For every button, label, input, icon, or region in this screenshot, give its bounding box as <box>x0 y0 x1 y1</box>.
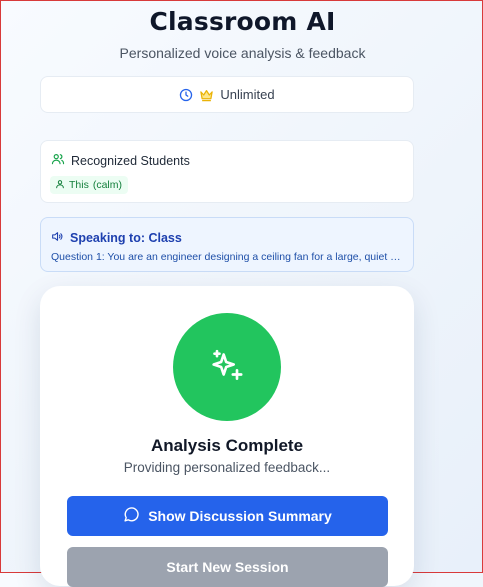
speaker-icon <box>50 230 64 246</box>
current-question-text: Question 1: You are an engineer designin… <box>51 251 401 263</box>
analysis-status-subtitle: Providing personalized feedback... <box>123 460 331 475</box>
usage-card: Unlimited <box>40 76 414 113</box>
usage-label: Unlimited <box>220 87 275 102</box>
user-icon <box>55 179 65 192</box>
speaking-to-card: Speaking to: Class Question 1: You are a… <box>40 217 414 272</box>
speaking-heading-label: Speaking to: Class <box>70 231 182 245</box>
message-circle-icon <box>123 506 140 526</box>
student-name: This <box>69 179 89 191</box>
show-discussion-summary-button[interactable]: Show Discussion Summary <box>67 496 388 536</box>
show-discussion-summary-label: Show Discussion Summary <box>148 508 332 524</box>
users-icon <box>51 152 65 169</box>
students-heading-label: Recognized Students <box>71 153 190 168</box>
speaking-heading: Speaking to: Class <box>50 230 182 246</box>
start-new-session-button[interactable]: Start New Session <box>67 547 388 587</box>
student-mood: (calm) <box>92 179 123 191</box>
analysis-panel: Analysis Complete Providing personalized… <box>40 286 414 587</box>
analysis-status-title: Analysis Complete <box>150 436 304 455</box>
student-badge: This (calm) <box>50 176 129 194</box>
students-heading: Recognized Students <box>51 152 190 169</box>
clock-icon <box>179 88 193 102</box>
recognized-students-card: Recognized Students This (calm) <box>40 140 414 203</box>
page-subtitle: Personalized voice analysis & feedback <box>119 45 366 61</box>
app-root: Classroom AI Personalized voice analysis… <box>1 1 483 587</box>
crown-icon <box>199 88 214 102</box>
page-title: Classroom AI <box>149 7 336 36</box>
sparkles-icon <box>173 313 281 421</box>
